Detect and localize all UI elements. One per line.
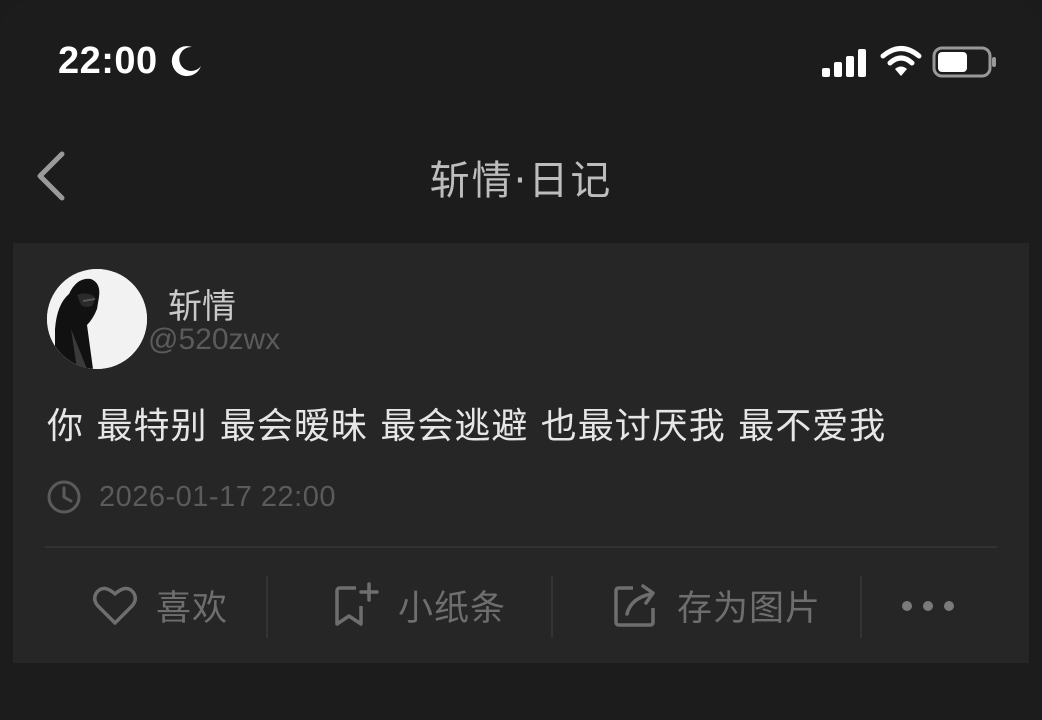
- save-image-label: 存为图片: [676, 589, 821, 629]
- avatar-image: [47, 269, 147, 369]
- action-bar: 喜欢 小纸条 存为图片: [13, 548, 1029, 663]
- post-content: 你 最特别 最会暧昧 最会逃避 也最讨厌我 最不爱我: [47, 406, 887, 447]
- battery-icon: [932, 46, 996, 78]
- user-handle: @520zwx: [148, 323, 281, 356]
- username[interactable]: 斩情: [168, 279, 236, 328]
- note-label: 小纸条: [397, 589, 506, 629]
- note-add-icon: [335, 581, 379, 626]
- diary-card: 斩情 @520zwx 你 最特别 最会暧昧 最会逃避 也最讨厌我 最不爱我 20…: [13, 243, 1029, 663]
- status-bar: 22:00: [0, 0, 1042, 120]
- page-title: 斩情·日记: [429, 158, 613, 204]
- action-separator: [551, 576, 553, 638]
- status-time: 22:00: [58, 40, 158, 82]
- action-separator: [860, 576, 862, 638]
- clock-icon: [47, 480, 81, 514]
- like-button[interactable]: 喜欢: [75, 548, 245, 663]
- action-separator: [266, 576, 268, 638]
- wifi-icon: [880, 46, 922, 76]
- moon-icon: [171, 46, 201, 77]
- post-timestamp: 2026-01-17 22:00: [99, 481, 336, 513]
- more-button[interactable]: [883, 548, 973, 663]
- save-image-button[interactable]: 存为图片: [585, 548, 847, 663]
- nav-bar: 斩情·日记: [0, 120, 1042, 232]
- like-label: 喜欢: [155, 589, 228, 629]
- more-icon: [902, 600, 954, 611]
- share-image-icon: [614, 583, 655, 627]
- heart-icon: [92, 586, 137, 625]
- phone-screen: 22:00 斩情·日记 斩情 @520zwx 你 最特别 最会暧昧 最会逃避 也…: [0, 0, 1042, 720]
- avatar[interactable]: [47, 269, 147, 369]
- cellular-signal-icon: [822, 49, 866, 77]
- note-button[interactable]: 小纸条: [309, 548, 529, 663]
